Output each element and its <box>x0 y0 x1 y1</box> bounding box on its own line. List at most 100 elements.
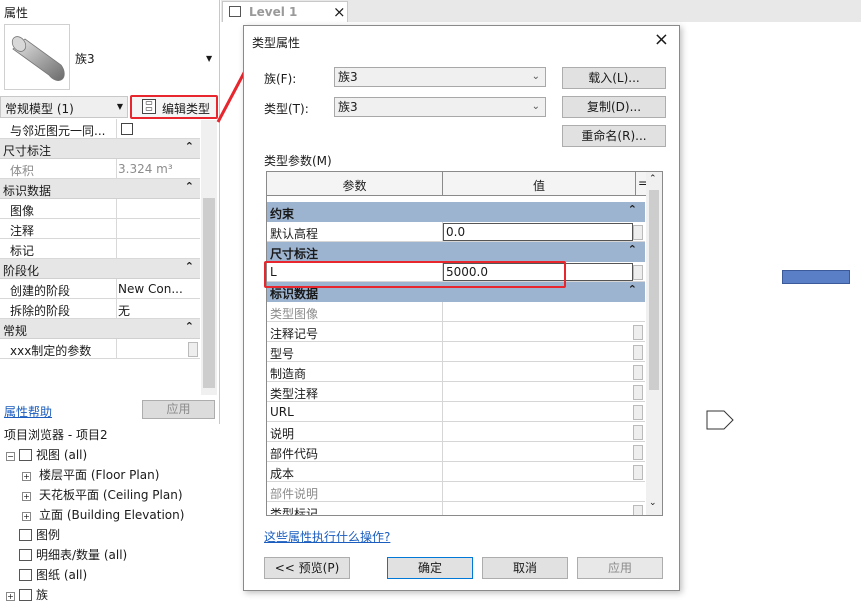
associate-param-button[interactable] <box>633 445 643 460</box>
param-name: URL <box>270 405 294 419</box>
expand-icon[interactable]: + <box>22 492 31 501</box>
browser-item[interactable]: 明细表/数量 (all) <box>6 546 127 563</box>
property-name: 拆除的阶段 <box>10 304 71 318</box>
associate-param-button[interactable] <box>633 325 643 340</box>
rename-button[interactable]: 重命名(R)... <box>562 125 666 147</box>
column-header-param[interactable]: 参数 <box>267 177 442 194</box>
family-icon <box>19 589 32 601</box>
param-row: 注释记号 <box>267 322 645 342</box>
canvas-element[interactable] <box>782 270 850 284</box>
browser-item[interactable]: 图纸 (all) <box>6 566 87 583</box>
property-value[interactable]: New Con... <box>118 282 198 296</box>
property-row: 创建的阶段 New Con... <box>0 279 200 299</box>
cell-divider <box>116 239 117 259</box>
associate-param-button[interactable] <box>633 265 643 280</box>
property-group-label: 阶段化 <box>3 264 40 278</box>
grid-scrollbar[interactable]: ⌃ ⌄ <box>646 172 662 515</box>
param-name: 型号 <box>270 347 295 361</box>
family-label: 族(F): <box>264 72 297 86</box>
param-name: 制造商 <box>270 367 307 381</box>
type-selector[interactable]: 常规模型 (1) ▼ <box>0 96 128 118</box>
edit-type-icon: ▭ ▭ <box>142 99 156 114</box>
collapse-icon[interactable]: ⌃ <box>185 140 194 153</box>
cell-divider <box>116 119 117 139</box>
cancel-button[interactable]: 取消 <box>482 557 568 579</box>
close-icon[interactable]: × <box>333 3 346 21</box>
ok-button[interactable]: 确定 <box>387 557 473 579</box>
browser-item[interactable]: + 楼层平面 (Floor Plan) <box>22 466 159 483</box>
associate-param-button[interactable] <box>633 345 643 360</box>
type-combo-value: 族3 <box>338 100 358 114</box>
associate-param-button[interactable] <box>633 385 643 400</box>
browser-item[interactable]: + 族 <box>6 586 48 603</box>
expand-icon[interactable]: + <box>6 592 15 601</box>
property-value[interactable]: 3.324 m³ <box>118 162 198 176</box>
param-name: 成本 <box>270 467 295 481</box>
type-combo[interactable]: 族3 ⌄ <box>334 97 546 117</box>
preview-button[interactable]: << 预览(P) <box>264 557 350 579</box>
param-group-header[interactable]: 尺寸标注 ⌃ <box>267 242 645 262</box>
param-row: 制造商 <box>267 362 645 382</box>
param-value-input[interactable]: 0.0 <box>443 223 633 241</box>
property-row: 与邻近图元一同... <box>0 119 200 139</box>
scrollbar-thumb[interactable] <box>203 198 215 388</box>
scrollbar-thumb[interactable] <box>649 190 659 390</box>
close-icon[interactable]: × <box>654 29 669 50</box>
properties-apply-button[interactable]: 应用 <box>142 400 215 419</box>
family-thumbnail <box>4 24 70 90</box>
properties-help-text[interactable]: 属性帮助 <box>4 405 52 419</box>
browser-item-label: 图纸 (all) <box>36 568 88 582</box>
collapse-icon[interactable]: ⌃ <box>628 203 637 216</box>
param-group-header[interactable]: 约束 ⌃ <box>267 202 645 222</box>
browser-item[interactable]: + 天花板平面 (Ceiling Plan) <box>22 486 183 503</box>
property-group-header[interactable]: 尺寸标注 ⌃ <box>0 139 200 159</box>
cell-divider <box>442 342 443 362</box>
scroll-up-icon[interactable]: ⌃ <box>649 174 657 184</box>
edit-type-button[interactable]: ▭ ▭ 编辑类型 <box>130 95 218 119</box>
column-header-value[interactable]: 值 <box>443 177 635 194</box>
associate-param-button[interactable] <box>633 405 643 420</box>
property-group-header[interactable]: 阶段化 ⌃ <box>0 259 200 279</box>
collapse-icon[interactable]: − <box>6 452 15 461</box>
property-value[interactable]: 无 <box>118 302 198 319</box>
help-link-text[interactable]: 这些属性执行什么操作? <box>264 530 390 544</box>
associate-param-button[interactable] <box>633 225 643 240</box>
associate-param-button[interactable] <box>633 465 643 480</box>
column-divider <box>635 172 636 196</box>
collapse-icon[interactable]: ⌃ <box>185 320 194 333</box>
family-combo[interactable]: 族3 ⌄ <box>334 67 546 87</box>
cell-divider <box>442 482 443 502</box>
duplicate-button[interactable]: 复制(D)... <box>562 96 666 118</box>
checkbox[interactable] <box>121 123 133 135</box>
property-name: 图像 <box>10 204 35 218</box>
browser-item[interactable]: + 立面 (Building Elevation) <box>22 506 184 523</box>
edit-button[interactable] <box>188 342 198 357</box>
properties-grid: 与邻近图元一同... 尺寸标注 ⌃ 体积 3.324 m³ 标识数据 ⌃ 图像 注释 标记 阶段化 ⌃… <box>0 119 200 359</box>
collapse-icon[interactable]: ⌃ <box>628 243 637 256</box>
help-link[interactable]: 这些属性执行什么操作? <box>264 528 390 545</box>
tag-shape[interactable] <box>706 408 736 432</box>
project-browser: 项目浏览器 - 项目2 − 视图 (all) + 楼层平面 (Floor Plan) +… <box>0 424 220 603</box>
load-button[interactable]: 载入(L)... <box>562 67 666 89</box>
param-row: 成本 <box>267 462 645 482</box>
property-group-header[interactable]: 标识数据 ⌃ <box>0 179 200 199</box>
expand-icon[interactable]: + <box>22 472 31 481</box>
cell-divider <box>442 442 443 462</box>
scroll-down-icon[interactable]: ⌄ <box>649 498 657 508</box>
associate-param-button[interactable] <box>633 365 643 380</box>
browser-item[interactable]: 图例 <box>6 526 60 543</box>
collapse-icon[interactable]: ⌃ <box>185 180 194 193</box>
collapse-icon[interactable]: ⌃ <box>185 260 194 273</box>
browser-item[interactable]: − 视图 (all) <box>6 446 87 463</box>
collapse-icon[interactable]: ⌃ <box>628 283 637 296</box>
floor-plan-icon <box>229 6 241 17</box>
associate-param-button[interactable] <box>633 425 643 440</box>
associate-param-button[interactable] <box>633 505 643 515</box>
properties-help-link[interactable]: 属性帮助 <box>4 403 52 420</box>
expand-icon[interactable]: + <box>22 512 31 521</box>
cell-divider <box>116 159 117 179</box>
tab-level-1[interactable]: Level 1 × <box>222 1 348 22</box>
property-group-header[interactable]: 常规 ⌃ <box>0 319 200 339</box>
apply-button[interactable]: 应用 <box>577 557 663 579</box>
cell-divider <box>116 219 117 239</box>
